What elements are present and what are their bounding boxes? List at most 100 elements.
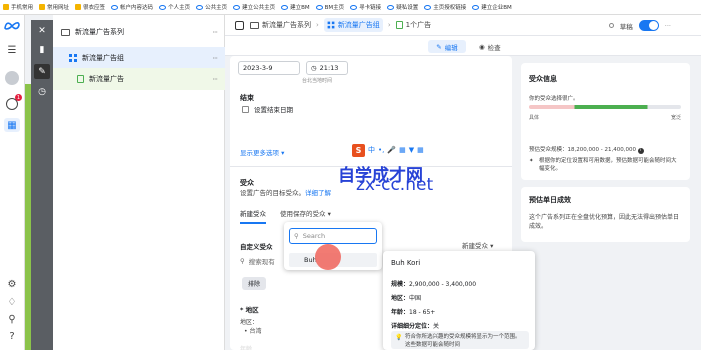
more-options-icon[interactable]: ···: [665, 22, 671, 30]
settings-gear-icon[interactable]: ⚙: [4, 277, 20, 291]
crumb-ad[interactable]: 1个广告: [395, 20, 431, 30]
info-icon[interactable]: i: [637, 148, 644, 154]
panel-toggle-icon[interactable]: [235, 20, 244, 30]
keyboard-icon: ▦: [399, 146, 406, 154]
timezone-label: 台北当地时间: [302, 78, 333, 84]
search-icon[interactable]: ⚲: [4, 312, 20, 326]
close-icon[interactable]: ✕: [34, 23, 50, 38]
watermark-url: zx-cc.net: [356, 175, 434, 195]
tab-new-audience[interactable]: 新建受众: [240, 208, 266, 224]
start-date-field[interactable]: 2023-3-9: [238, 61, 300, 75]
custom-audience-label: 自定义受众: [240, 243, 273, 251]
search-icon: ⚲: [240, 257, 245, 265]
meta-icon: [472, 4, 480, 10]
chart-icon[interactable]: ▮: [34, 42, 50, 57]
avatar[interactable]: [4, 71, 20, 85]
audience-info-panel: 受众信息 你的受众选择很广。 具体 宽泛 预估受众规模：18,200,000 -…: [521, 63, 690, 180]
bookmark[interactable]: 很衣应签: [75, 3, 105, 11]
grid-icon: ▦: [417, 146, 424, 154]
hover-size-line: 规模：2,900,000 - 3,400,000: [391, 281, 477, 288]
lang-icon: 中: [368, 146, 375, 154]
bookmark[interactable]: BM主页: [315, 3, 344, 11]
new-audience-dropdown[interactable]: 新建受众 ▾: [462, 240, 493, 250]
ad-page-icon: [77, 75, 84, 83]
campaign-on-toggle[interactable]: [638, 20, 659, 31]
bookmark[interactable]: 个人主页: [159, 3, 190, 11]
hover-card-title: Buh Kori: [391, 259, 421, 267]
more-options-icon[interactable]: ···: [212, 75, 218, 84]
pencil-icon: ✎: [436, 42, 442, 51]
crumb-campaign[interactable]: 新流量广告系列: [250, 20, 311, 30]
mic-icon: 🎤: [387, 146, 397, 154]
audience-hover-card: Buh Kori 规模：2,900,000 - 3,400,000 地区：中国 …: [383, 251, 535, 350]
dropdown-search-input[interactable]: ⚲ Search: [289, 228, 377, 244]
start-time-field[interactable]: ◷ 21:13: [306, 61, 348, 75]
show-more-options-link[interactable]: 显示更多选项 ▾: [240, 147, 284, 157]
tree-adset-row[interactable]: 新流量广告组 ···: [53, 47, 225, 69]
bookmark[interactable]: 主页授权链接: [424, 3, 466, 11]
ads-manager-grid-icon[interactable]: ▦: [4, 118, 20, 132]
folder-icon: [3, 4, 9, 10]
tree-campaign-row[interactable]: 新流量广告系列 ···: [53, 21, 225, 43]
meta-icon: [233, 4, 241, 10]
more-options-icon[interactable]: ···: [212, 54, 218, 63]
folder-icon: [61, 28, 70, 36]
eye-icon: ◉: [479, 42, 485, 51]
daily-results-panel: 预估单日成效 这个广告系列正在全盘优化预算，因此无法得出预估单日成效。: [521, 187, 690, 242]
exclude-button[interactable]: 排除: [242, 277, 266, 290]
chevron-right-icon: ›: [316, 21, 319, 29]
meta-icon: [281, 4, 289, 10]
bookmark[interactable]: 建立BM: [281, 3, 310, 11]
bookmark[interactable]: 寻卡链接: [350, 3, 381, 11]
cut-off-label: 年龄: [240, 346, 253, 350]
region-sub-label: 地区：: [240, 319, 259, 326]
checkbox-icon: [242, 105, 249, 113]
crumb-adset[interactable]: 新流量广告组: [323, 18, 383, 32]
bookmark[interactable]: 手机常用: [3, 3, 33, 11]
hover-detail-line: 详细细分定位：关: [391, 323, 440, 330]
more-options-icon[interactable]: ···: [212, 28, 218, 37]
region-title: * 地区: [240, 306, 259, 314]
ad-page-icon: [395, 21, 403, 29]
audience-breadth-gauge: [529, 105, 681, 109]
meta-icon: [159, 4, 167, 10]
menu-icon[interactable]: ☰: [4, 43, 20, 57]
search-icon: ⚲: [294, 232, 299, 240]
breadcrumb: 新流量广告系列 › 新流量广告组 › 1个广告 草稿 ···: [225, 15, 701, 36]
meta-icon: [387, 4, 395, 10]
punct-icon: •,: [378, 146, 385, 154]
mode-bar: ✎ 编辑 ◉ 检查: [225, 36, 701, 56]
campaign-tree: 新流量广告系列 ··· 新流量广告组 ··· 新流量广告 ···: [53, 15, 225, 350]
edit-pencil-icon[interactable]: ✎: [34, 64, 50, 79]
bookmark[interactable]: 建立企业BM: [472, 3, 512, 11]
folder-icon: [75, 4, 82, 10]
sparkle-icon: ✦: [529, 158, 534, 164]
bookmark[interactable]: 建立公共主页: [233, 3, 275, 11]
audience-info-title: 受众信息: [529, 75, 557, 83]
audience-info-subtitle: 你的受众选择很广。: [529, 96, 579, 102]
clock-icon: ◷: [311, 64, 317, 72]
end-label: 结束: [240, 94, 254, 102]
bell-icon[interactable]: ♢: [4, 295, 20, 309]
meta-icon: [315, 4, 323, 10]
bookmark[interactable]: 常用网址: [39, 3, 69, 11]
notifications-icon[interactable]: 1: [4, 94, 22, 111]
help-icon[interactable]: ?: [4, 329, 20, 343]
lightbulb-icon: 💡: [395, 334, 403, 341]
bookmark[interactable]: 帐户内容达码: [111, 3, 153, 11]
audience-description: 设置广告的目标受众。详细了解: [240, 189, 331, 197]
learn-more-link[interactable]: 详细了解: [305, 189, 331, 197]
adset-grid-icon: [69, 54, 77, 62]
cursor-highlight: [315, 244, 341, 270]
meta-icon: [424, 4, 432, 10]
gauge-labels: 具体 宽泛: [529, 115, 681, 121]
bookmark[interactable]: 疑私设置: [387, 3, 418, 11]
clock-icon[interactable]: ◷: [34, 84, 50, 99]
tree-ad-row[interactable]: 新流量广告 ···: [53, 68, 225, 90]
bookmark[interactable]: 公共主页: [196, 3, 227, 11]
meta-logo-icon[interactable]: [4, 18, 20, 32]
review-button[interactable]: ◉ 检查: [479, 40, 501, 53]
end-date-checkbox[interactable]: 设置结束日期: [242, 104, 293, 114]
app-rail: ☰ 1 ▦ ⚙ ♢ ⚲ ?: [0, 15, 25, 350]
edit-button[interactable]: ✎ 编辑: [428, 40, 466, 53]
